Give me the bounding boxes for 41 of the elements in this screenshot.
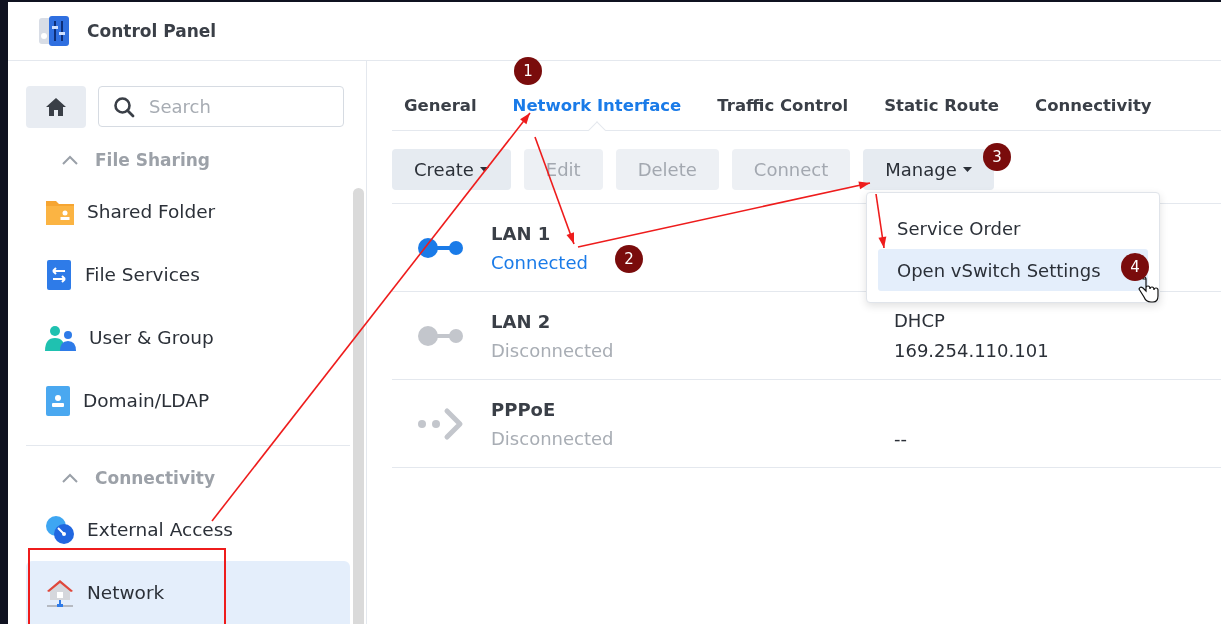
toolbar-button[interactable]: Manage <box>863 149 994 190</box>
app-icon <box>37 16 69 46</box>
table-cell: -- <box>894 427 907 450</box>
sidebar-item[interactable]: Domain/LDAP <box>26 369 350 432</box>
contact-card-icon <box>45 385 71 416</box>
interface-name: LAN 1 <box>491 222 551 244</box>
tab[interactable]: Connectivity <box>1026 96 1161 130</box>
sidebar-item[interactable]: External Access <box>26 498 350 561</box>
search-icon <box>113 96 135 118</box>
table-cell: 169.254.110.101 <box>894 339 1049 362</box>
home-icon <box>45 97 67 117</box>
sidebar-item[interactable]: Network <box>26 561 350 624</box>
menu-item[interactable]: Service Order <box>878 207 1148 249</box>
users-icon <box>45 324 77 351</box>
annotation-arrow <box>875 193 887 249</box>
caret-icon <box>479 167 489 172</box>
section-heading: File Sharing <box>95 150 210 170</box>
house-network-icon <box>45 577 75 608</box>
search-field[interactable]: Search <box>98 86 344 127</box>
file-arrows-icon <box>45 259 73 290</box>
connection-status: Connected <box>491 251 588 273</box>
table-cell-text: DHCP <box>894 309 946 332</box>
connection-status: Disconnected <box>491 339 614 361</box>
toolbar-button[interactable]: Create <box>392 149 511 190</box>
sidebar-item[interactable]: Shared Folder <box>26 180 350 243</box>
interface-name: PPPoE <box>491 398 556 420</box>
interface-name: LAN 2 <box>491 310 551 332</box>
chevron-up-icon[interactable] <box>61 473 79 483</box>
tab[interactable]: Traffic Control <box>708 96 858 130</box>
sidebar-item[interactable]: User & Group <box>26 306 350 369</box>
scrollbar[interactable] <box>353 188 364 624</box>
tab[interactable]: Static Route <box>875 96 1009 130</box>
section-heading: Connectivity <box>95 468 216 488</box>
window-title: Control Panel <box>87 21 217 41</box>
tab[interactable]: General <box>393 96 486 130</box>
connection-status: Disconnected <box>491 427 614 449</box>
chevron-up-icon[interactable] <box>61 155 79 165</box>
home-button[interactable] <box>26 86 86 128</box>
globe-pin-icon <box>45 514 75 545</box>
sidebar-item[interactable]: File Services <box>26 243 350 306</box>
caret-icon <box>962 167 972 172</box>
